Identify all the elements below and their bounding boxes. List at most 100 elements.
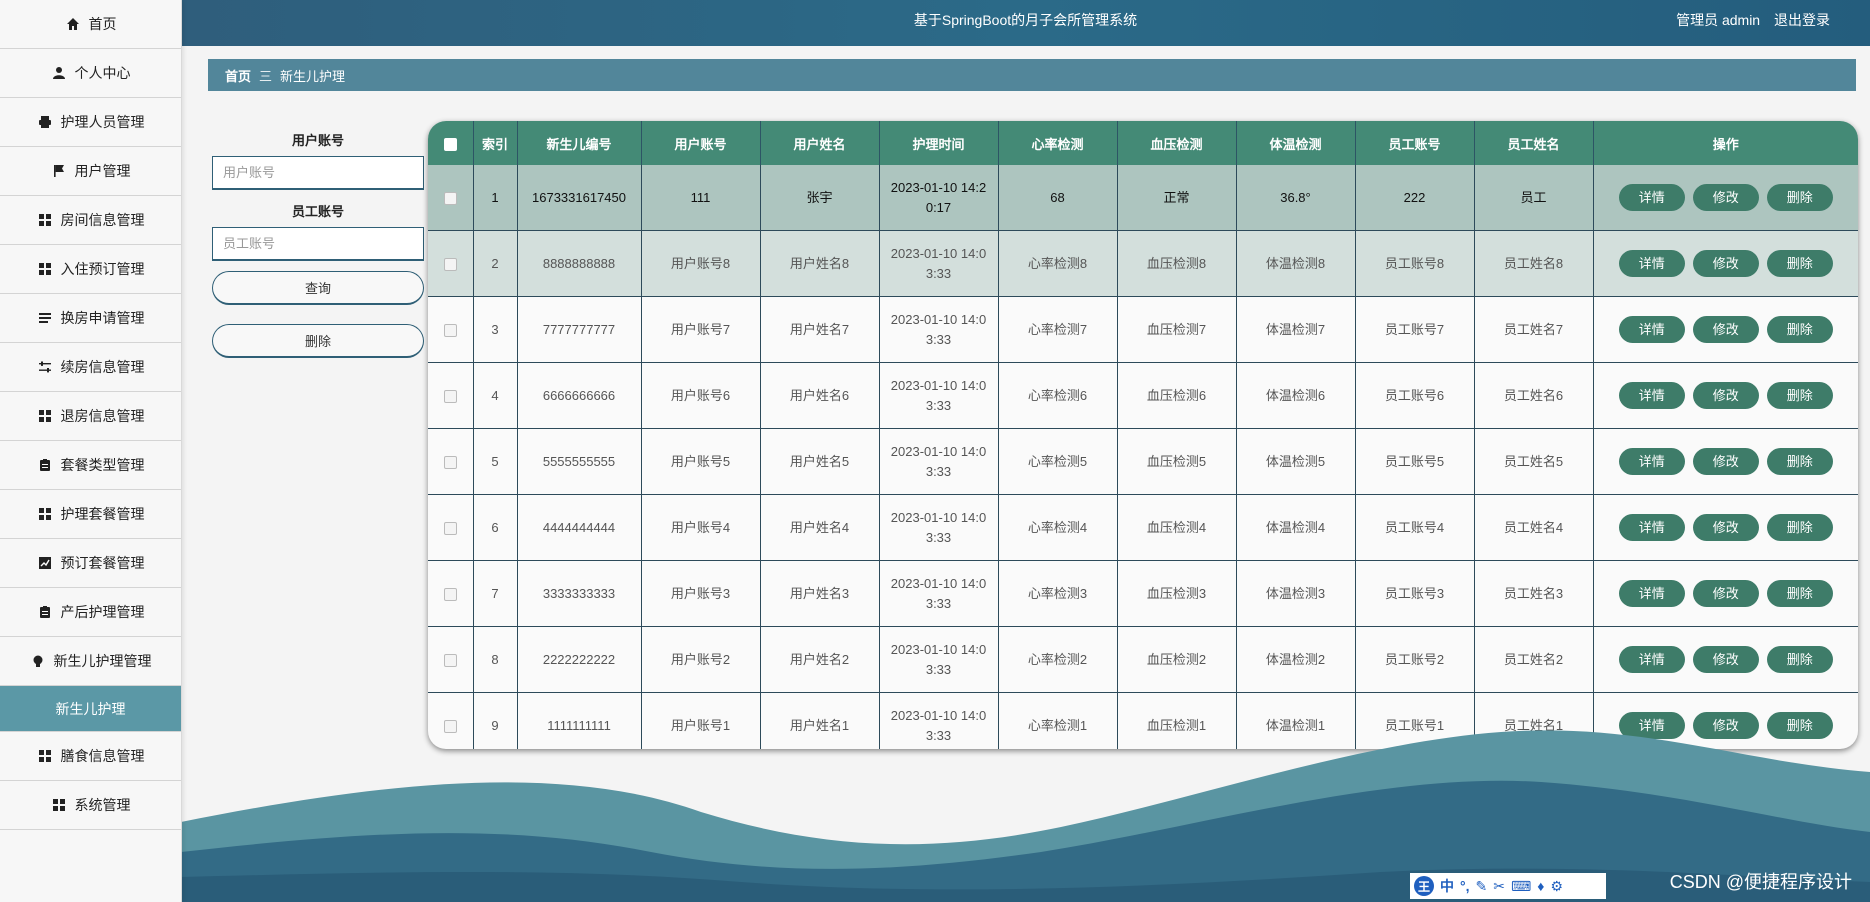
sidebar-item-9[interactable]: 退房信息管理	[0, 392, 181, 441]
sidebar-item-1[interactable]: 首页	[0, 0, 181, 49]
row-checkbox[interactable]	[443, 455, 457, 469]
row-checkbox[interactable]	[443, 587, 457, 601]
row-select-cell[interactable]	[428, 165, 474, 231]
row-checkbox[interactable]	[443, 521, 457, 535]
row-select-cell[interactable]	[428, 296, 474, 363]
detail-button[interactable]: 详情	[1618, 316, 1685, 343]
table-row[interactable]: 5 5555555555 用户账号5 用户姓名5 2023-01-10 14:03:33…	[428, 428, 1858, 495]
column-header[interactable]: 新生儿编号	[517, 121, 642, 165]
column-header[interactable]: 员工账号	[1355, 121, 1475, 165]
detail-button[interactable]: 详情	[1618, 184, 1685, 211]
sidebar-item-10[interactable]: 套餐类型管理	[0, 441, 181, 490]
table-row[interactable]: 3 7777777777 用户账号7 用户姓名7 2023-01-10 14:03:33…	[428, 296, 1858, 363]
delete-button[interactable]: 删除	[1766, 250, 1833, 277]
table-cell: 1673331617450	[517, 165, 642, 231]
ime-brand-icon[interactable]: 王	[1414, 876, 1434, 896]
sidebar-item-12[interactable]: 预订套餐管理	[0, 539, 181, 588]
staff-account-input[interactable]	[212, 227, 424, 261]
row-checkbox[interactable]	[443, 389, 457, 403]
column-header[interactable]: 索引	[473, 121, 518, 165]
ime-mode-label[interactable]: 中	[1440, 876, 1454, 896]
sidebar-item-8[interactable]: 续房信息管理	[0, 343, 181, 392]
pen-icon[interactable]: ✎	[1476, 878, 1488, 895]
sidebar-item-4[interactable]: 用户管理	[0, 147, 181, 196]
table-row[interactable]: 2 8888888888 用户账号8 用户姓名8 2023-01-10 14:03:33…	[428, 230, 1858, 297]
column-header[interactable]: 员工姓名	[1474, 121, 1594, 165]
row-select-cell[interactable]	[428, 494, 474, 561]
column-header[interactable]: 血压检测	[1117, 121, 1237, 165]
table-row[interactable]: 1 1673331617450 111 张宇 2023-01-10 14:20:17 68…	[428, 165, 1858, 231]
sidebar-item-6[interactable]: 入住预订管理	[0, 245, 181, 294]
row-select-cell[interactable]	[428, 560, 474, 627]
detail-button[interactable]: 详情	[1618, 580, 1685, 607]
select-all-cell[interactable]	[428, 121, 474, 165]
table-cell: 用户姓名5	[760, 428, 880, 495]
column-header[interactable]: 护理时间	[879, 121, 999, 165]
row-checkbox[interactable]	[443, 323, 457, 337]
delete-button[interactable]: 删除	[1766, 184, 1833, 211]
delete-button[interactable]: 删除	[1766, 646, 1833, 673]
grid-icon	[37, 212, 53, 228]
punctuation-icon[interactable]: °,	[1460, 878, 1470, 894]
detail-button[interactable]: 详情	[1618, 646, 1685, 673]
delete-button[interactable]: 删除	[1766, 580, 1833, 607]
sidebar-item-11[interactable]: 护理套餐管理	[0, 490, 181, 539]
edit-button[interactable]: 修改	[1692, 448, 1759, 475]
table-row[interactable]: 7 3333333333 用户账号3 用户姓名3 2023-01-10 14:03:33…	[428, 560, 1858, 627]
edit-button[interactable]: 修改	[1692, 514, 1759, 541]
row-select-cell[interactable]	[428, 362, 474, 429]
detail-button[interactable]: 详情	[1618, 514, 1685, 541]
table-row[interactable]: 6 4444444444 用户账号4 用户姓名4 2023-01-10 14:03:33…	[428, 494, 1858, 561]
select-all-checkbox[interactable]	[443, 137, 457, 151]
sidebar-item-14[interactable]: 新生儿护理管理	[0, 637, 181, 686]
edit-button[interactable]: 修改	[1692, 184, 1759, 211]
shirt-icon[interactable]: ♦	[1537, 878, 1544, 894]
column-header[interactable]: 用户账号	[641, 121, 761, 165]
edit-button[interactable]: 修改	[1692, 316, 1759, 343]
edit-button[interactable]: 修改	[1692, 382, 1759, 409]
logout-link[interactable]: 退出登录	[1774, 12, 1830, 28]
sidebar-item-3[interactable]: 护理人员管理	[0, 98, 181, 147]
row-select-cell[interactable]	[428, 230, 474, 297]
sidebar-item-label: 个人中心	[74, 65, 131, 81]
detail-button[interactable]: 详情	[1618, 448, 1685, 475]
breadcrumb-home[interactable]: 首页	[225, 66, 251, 85]
edit-button[interactable]: 修改	[1692, 250, 1759, 277]
row-checkbox[interactable]	[443, 653, 457, 667]
sidebar-subitem-newborn-care[interactable]: 新生儿护理	[0, 686, 181, 732]
table-cell: 血压检测3	[1117, 560, 1237, 627]
column-header[interactable]: 用户姓名	[760, 121, 880, 165]
table-row[interactable]: 8 2222222222 用户账号2 用户姓名2 2023-01-10 14:03:33…	[428, 626, 1858, 693]
grid-icon	[37, 261, 53, 277]
delete-button[interactable]: 删除	[1766, 382, 1833, 409]
sidebar-item-2[interactable]: 个人中心	[0, 49, 181, 98]
delete-button[interactable]: 删除	[1766, 316, 1833, 343]
edit-button[interactable]: 修改	[1692, 580, 1759, 607]
table-row[interactable]: 4 6666666666 用户账号6 用户姓名6 2023-01-10 14:03:33…	[428, 362, 1858, 429]
detail-button[interactable]: 详情	[1618, 382, 1685, 409]
delete-button[interactable]: 删除	[1766, 448, 1833, 475]
detail-button[interactable]: 详情	[1618, 250, 1685, 277]
sidebar-item-13[interactable]: 产后护理管理	[0, 588, 181, 637]
sidebar-item-7[interactable]: 换房申请管理	[0, 294, 181, 343]
settings-icon[interactable]: ⚙	[1550, 878, 1563, 895]
column-header[interactable]: 体温检测	[1236, 121, 1356, 165]
sidebar-item-after-1[interactable]: 膳食信息管理	[0, 732, 181, 781]
delete-button[interactable]: 删除	[1766, 514, 1833, 541]
user-account-input[interactable]	[212, 156, 424, 190]
sidebar-item-after-2[interactable]: 系统管理	[0, 781, 181, 830]
row-checkbox[interactable]	[443, 257, 457, 271]
edit-button[interactable]: 修改	[1692, 646, 1759, 673]
keyboard-icon[interactable]: ⌨	[1511, 878, 1531, 895]
sidebar-item-5[interactable]: 房间信息管理	[0, 196, 181, 245]
row-checkbox[interactable]	[443, 191, 457, 205]
column-header[interactable]: 操作	[1593, 121, 1858, 165]
row-select-cell[interactable]	[428, 626, 474, 693]
table-header-row: 索引 新生儿编号 用户账号 用户姓名 护理时间 心率检测 血压检测 体温检测 员工账号 员工姓名操…	[428, 121, 1858, 165]
table-cell: 6666666666	[517, 362, 642, 429]
row-select-cell[interactable]	[428, 428, 474, 495]
scissors-icon[interactable]: ✂	[1493, 878, 1505, 895]
query-button[interactable]: 查询	[212, 271, 424, 305]
delete-selected-button[interactable]: 删除	[212, 324, 424, 358]
column-header[interactable]: 心率检测	[998, 121, 1118, 165]
